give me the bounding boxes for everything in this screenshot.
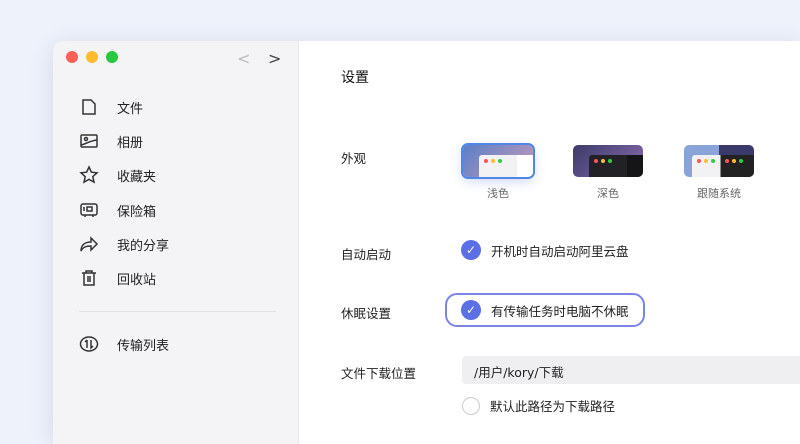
download-location-label: 文件下载位置 <box>341 366 417 381</box>
theme-option-system[interactable]: 跟随系统 <box>682 145 756 201</box>
checkbox-label: 开机时自动启动阿里云盘 <box>491 243 629 259</box>
theme-label: 跟随系统 <box>697 187 741 200</box>
autostart-checkbox[interactable]: ✓ 开机时自动启动阿里云盘 <box>461 240 629 260</box>
safe-icon <box>80 203 98 217</box>
file-icon <box>82 99 96 115</box>
radio-circle <box>462 396 480 415</box>
sidebar-item-transfer[interactable]: 传输列表 <box>79 333 169 355</box>
transfer-icon <box>79 336 99 352</box>
sidebar-item-trash[interactable]: 回收站 <box>79 267 156 289</box>
theme-option-light[interactable]: 浅色 <box>461 143 535 201</box>
check-icon: ✓ <box>461 300 481 320</box>
forward-button[interactable]: > <box>268 49 281 68</box>
download-path-field[interactable]: /用户/kory/下载 <box>462 356 800 384</box>
star-icon <box>79 165 99 184</box>
back-button[interactable]: < <box>237 49 250 68</box>
trash-icon <box>82 270 96 286</box>
close-button[interactable] <box>66 51 78 63</box>
sleep-checkbox[interactable]: ✓ 有传输任务时电脑不休眠 <box>445 293 645 327</box>
sidebar-item-label: 保险箱 <box>117 204 157 220</box>
sidebar: < > 文件 相册 收藏夹 保险箱 我的分享 回收站 传输列表 <box>53 41 299 444</box>
appearance-label: 外观 <box>341 151 367 166</box>
checkbox-label: 有传输任务时电脑不休眠 <box>491 303 629 319</box>
sidebar-item-favorites[interactable]: 收藏夹 <box>79 164 156 186</box>
sidebar-item-label: 收藏夹 <box>117 169 157 185</box>
check-icon: ✓ <box>461 240 481 260</box>
app-window: < > 文件 相册 收藏夹 保险箱 我的分享 回收站 传输列表 设置 外观 浅色… <box>53 41 800 444</box>
sidebar-item-label: 我的分享 <box>117 238 170 254</box>
maximize-button[interactable] <box>106 51 118 63</box>
theme-label: 深色 <box>597 187 619 200</box>
photo-icon <box>80 134 98 148</box>
default-path-checkbox[interactable]: 默认此路径为下载路径 <box>462 396 615 415</box>
sleep-label: 休眠设置 <box>341 306 392 321</box>
minimize-button[interactable] <box>86 51 98 63</box>
sidebar-item-share[interactable]: 我的分享 <box>79 233 169 255</box>
checkbox-label: 默认此路径为下载路径 <box>490 399 616 414</box>
share-icon <box>80 236 99 252</box>
sidebar-item-photos[interactable]: 相册 <box>79 130 143 152</box>
autostart-label: 自动启动 <box>341 247 392 262</box>
theme-label: 浅色 <box>487 187 509 200</box>
sidebar-item-label: 文件 <box>117 101 144 117</box>
settings-panel: 设置 外观 浅色 深色 跟随系统 自动启动 ✓ 开机时自动启动阿里云盘 休眠设置 … <box>299 41 800 444</box>
page-title: 设置 <box>341 70 369 86</box>
sidebar-item-safe[interactable]: 保险箱 <box>79 199 156 221</box>
theme-option-dark[interactable]: 深色 <box>571 145 645 201</box>
window-controls <box>66 51 118 63</box>
sidebar-item-label: 回收站 <box>117 272 157 288</box>
sidebar-divider <box>79 311 276 312</box>
sidebar-item-label: 相册 <box>117 135 144 151</box>
sidebar-item-files[interactable]: 文件 <box>79 96 143 118</box>
sidebar-item-label: 传输列表 <box>117 338 170 354</box>
